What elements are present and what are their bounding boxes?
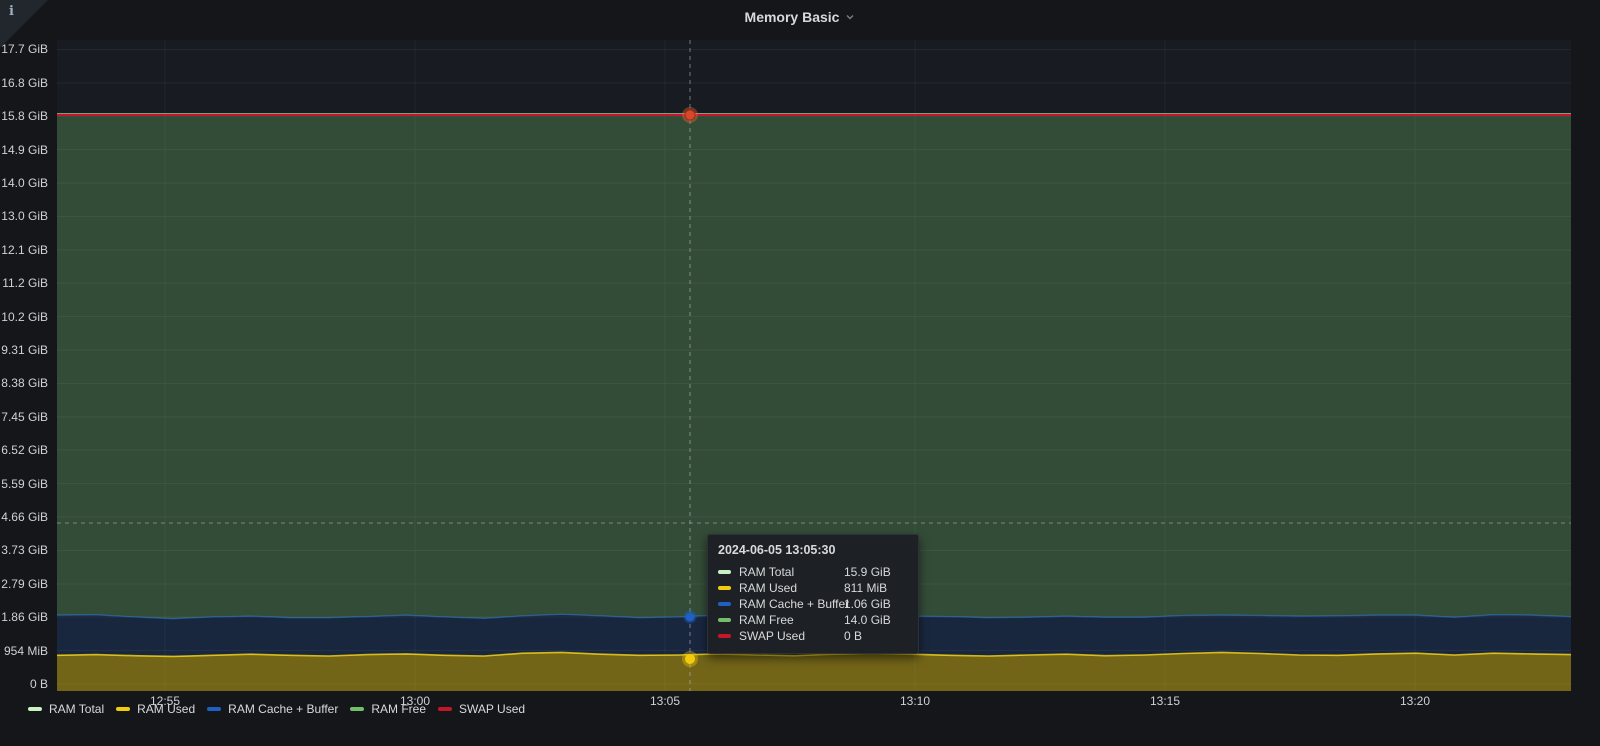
tooltip-row: RAM Free14.0 GiB	[718, 612, 908, 628]
tooltip-series-label: RAM Free	[739, 613, 844, 627]
y-tick-label: 15.8 GiB	[0, 109, 48, 123]
memory-basic-panel: i Memory Basic 0 B 954 MiB 1.86 GiB 2.79 Gi…	[0, 0, 1600, 746]
legend-item-ram-free[interactable]: RAM Free	[350, 701, 426, 717]
info-corner-triangle	[0, 0, 48, 48]
legend-label: RAM Free	[371, 702, 426, 716]
legend-item-ram-cache-buffer[interactable]: RAM Cache + Buffer	[207, 701, 338, 717]
panel-title-menu[interactable]: Memory Basic	[745, 9, 856, 25]
tooltip-series-label: SWAP Used	[739, 629, 844, 643]
tooltip-series-value: 811 MiB	[844, 581, 887, 595]
panel-info-corner[interactable]: i	[0, 0, 48, 48]
panel-title-text: Memory Basic	[745, 9, 840, 25]
y-tick-label: 7.45 GiB	[0, 410, 48, 424]
y-tick-label: 9.31 GiB	[0, 343, 48, 357]
y-tick-label: 0 B	[0, 677, 48, 691]
x-tick-label: 13:15	[1135, 694, 1195, 708]
y-tick-label: 10.2 GiB	[0, 310, 48, 324]
legend-swatch-icon	[207, 707, 221, 711]
tooltip-series-value: 1.06 GiB	[844, 597, 891, 611]
legend-swatch-icon	[28, 707, 42, 711]
tooltip-series-swatch-icon	[718, 570, 731, 574]
tooltip-series-label: RAM Used	[739, 581, 844, 595]
tooltip-row: RAM Total15.9 GiB	[718, 564, 908, 580]
y-tick-label: 4.66 GiB	[0, 510, 48, 524]
tooltip-series-swatch-icon	[718, 634, 731, 638]
tooltip-series-swatch-icon	[718, 602, 731, 606]
y-tick-label: 5.59 GiB	[0, 477, 48, 491]
tooltip-series-swatch-icon	[718, 586, 731, 590]
chevron-down-icon	[845, 12, 855, 22]
legend: RAM Total RAM Used RAM Cache + Buffer RAM F…	[28, 701, 537, 717]
tooltip-series-label: RAM Cache + Buffer	[739, 597, 844, 611]
tooltip-series-value: 0 B	[844, 629, 862, 643]
y-tick-label: 14.0 GiB	[0, 176, 48, 190]
tooltip-row: RAM Cache + Buffer1.06 GiB	[718, 596, 908, 612]
legend-label: SWAP Used	[459, 702, 525, 716]
legend-swatch-icon	[116, 707, 130, 711]
tooltip-series-swatch-icon	[718, 618, 731, 622]
tooltip-rows: RAM Total15.9 GiBRAM Used811 MiBRAM Cach…	[718, 564, 908, 644]
legend-item-ram-total[interactable]: RAM Total	[28, 701, 104, 717]
tooltip-series-value: 14.0 GiB	[844, 613, 891, 627]
legend-item-swap-used[interactable]: SWAP Used	[438, 701, 525, 717]
legend-label: RAM Total	[49, 702, 104, 716]
hover-tooltip: 2024-06-05 13:05:30 RAM Total15.9 GiBRAM…	[707, 534, 919, 654]
info-icon: i	[9, 4, 14, 19]
legend-label: RAM Cache + Buffer	[228, 702, 338, 716]
tooltip-row: RAM Used811 MiB	[718, 580, 908, 596]
legend-item-ram-used[interactable]: RAM Used	[116, 701, 195, 717]
x-tick-label: 13:05	[635, 694, 695, 708]
y-tick-label: 6.52 GiB	[0, 443, 48, 457]
y-tick-label: 3.73 GiB	[0, 543, 48, 557]
y-tick-label: 13.0 GiB	[0, 209, 48, 223]
tooltip-series-value: 15.9 GiB	[844, 565, 891, 579]
tooltip-series-label: RAM Total	[739, 565, 844, 579]
panel-header: Memory Basic	[0, 0, 1600, 34]
legend-swatch-icon	[438, 707, 452, 711]
tooltip-timestamp: 2024-06-05 13:05:30	[718, 543, 908, 557]
y-tick-label: 1.86 GiB	[0, 610, 48, 624]
y-tick-label: 8.38 GiB	[0, 376, 48, 390]
cache-point-marker	[686, 612, 695, 621]
y-tick-label: 11.2 GiB	[0, 276, 48, 290]
y-tick-label: 16.8 GiB	[0, 76, 48, 90]
y-tick-label: 12.1 GiB	[0, 243, 48, 257]
tooltip-row: SWAP Used0 B	[718, 628, 908, 644]
area-ram-used	[57, 652, 1571, 691]
x-tick-label: 13:10	[885, 694, 945, 708]
legend-label: RAM Used	[137, 702, 195, 716]
swap-point-marker	[685, 110, 695, 120]
y-tick-label: 2.79 GiB	[0, 577, 48, 591]
y-tick-label: 954 MiB	[0, 644, 48, 658]
x-tick-label: 13:20	[1385, 694, 1445, 708]
y-tick-label: 14.9 GiB	[0, 143, 48, 157]
legend-swatch-icon	[350, 707, 364, 711]
used-point-marker	[685, 654, 695, 664]
